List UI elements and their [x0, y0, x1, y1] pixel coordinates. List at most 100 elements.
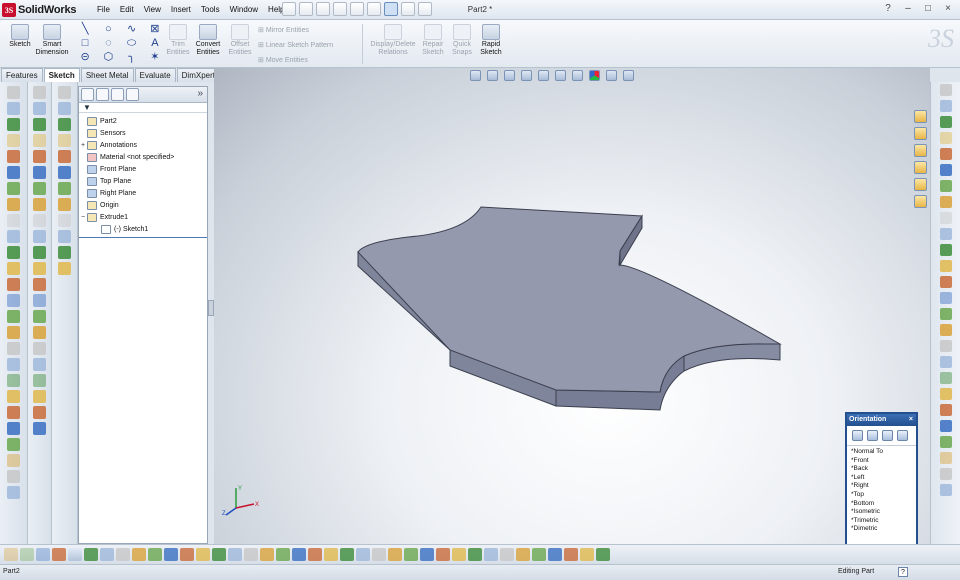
- curve-icon[interactable]: [58, 262, 71, 275]
- trim-icon[interactable]: [939, 276, 952, 288]
- move-entities-button[interactable]: ⊞ Move Entities: [258, 53, 333, 68]
- rib-icon[interactable]: [33, 150, 46, 163]
- circle-icon[interactable]: [939, 388, 952, 400]
- tree-item-annotation[interactable]: + Annotations: [79, 139, 207, 151]
- sketch-tool-icon[interactable]: [276, 548, 290, 561]
- draft-icon[interactable]: [33, 326, 46, 339]
- select-icon[interactable]: [20, 548, 34, 561]
- relation-icon[interactable]: [7, 438, 20, 451]
- point-icon[interactable]: [58, 182, 71, 195]
- arc-icon[interactable]: ◌: [97, 37, 119, 50]
- select-icon[interactable]: [500, 548, 514, 561]
- mirror-icon[interactable]: [939, 324, 952, 336]
- fillet-icon[interactable]: [7, 118, 20, 131]
- smart-dimension-button[interactable]: Smart Dimension: [32, 22, 72, 57]
- sketch-tool-icon[interactable]: [516, 548, 530, 561]
- relation-icon[interactable]: [52, 548, 66, 561]
- rectangle-icon[interactable]: [939, 100, 952, 112]
- orientation-view-item[interactable]: *Right: [851, 482, 916, 491]
- minimize-button[interactable]: –: [900, 2, 916, 16]
- plane-icon[interactable]: [7, 262, 20, 275]
- boss-icon[interactable]: [33, 406, 46, 419]
- sweep-icon[interactable]: [7, 358, 20, 371]
- text-icon[interactable]: [939, 484, 952, 496]
- rapid-sketch-button[interactable]: Rapid Sketch: [476, 22, 506, 57]
- curve-icon[interactable]: [58, 150, 71, 163]
- tree-item-origin[interactable]: Origin: [79, 199, 207, 211]
- rectangle-icon[interactable]: [7, 470, 20, 483]
- pattern-icon[interactable]: [7, 390, 20, 403]
- edge-icon[interactable]: [58, 102, 71, 115]
- tab-sketch[interactable]: Sketch: [43, 68, 80, 82]
- status-help-icon[interactable]: ?: [898, 567, 908, 577]
- ellipse-icon[interactable]: ⬭: [121, 37, 143, 50]
- mirror-icon[interactable]: [7, 406, 20, 419]
- help-icon[interactable]: ?: [880, 2, 896, 16]
- cut-icon[interactable]: [33, 422, 46, 435]
- extrude-icon[interactable]: [7, 326, 20, 339]
- flex-icon[interactable]: [33, 390, 46, 403]
- snap-icon[interactable]: [148, 548, 162, 561]
- filter-icon[interactable]: [564, 548, 578, 561]
- convert-icon[interactable]: [939, 308, 952, 320]
- circle-icon[interactable]: [939, 132, 952, 144]
- vertex-icon[interactable]: [58, 230, 71, 243]
- orientation-view-item[interactable]: *Dimetric: [851, 525, 916, 534]
- mirror-icon[interactable]: [7, 214, 20, 227]
- dome-icon[interactable]: [33, 358, 46, 371]
- edge-icon[interactable]: [58, 214, 71, 227]
- tab-features[interactable]: Features: [1, 68, 43, 82]
- reset-views-icon[interactable]: [897, 430, 908, 441]
- wrap-icon[interactable]: [33, 374, 46, 387]
- filter-icon[interactable]: [244, 548, 258, 561]
- loft-icon[interactable]: [7, 374, 20, 387]
- orientation-view-item[interactable]: *Top: [851, 491, 916, 500]
- sketch-tool-icon[interactable]: [196, 548, 210, 561]
- snap-icon[interactable]: [68, 548, 82, 561]
- filter-icon[interactable]: [324, 548, 338, 561]
- tree-item-plane[interactable]: Front Plane: [79, 163, 207, 175]
- select-icon[interactable]: [340, 548, 354, 561]
- file-explorer-icon[interactable]: [914, 144, 927, 157]
- line-icon[interactable]: [939, 340, 952, 352]
- graphics-area[interactable]: Y X Z: [214, 68, 930, 544]
- rollback-bar[interactable]: [79, 237, 207, 238]
- display-delete-relations-button[interactable]: Display/Delete Relations: [366, 22, 420, 57]
- tree-item-sensor[interactable]: Sensors: [79, 127, 207, 139]
- dimension-icon[interactable]: [7, 230, 20, 243]
- search-icon[interactable]: [914, 161, 927, 174]
- sketch-tool-icon[interactable]: [436, 548, 450, 561]
- shell-icon[interactable]: [33, 134, 46, 147]
- orientation-view-item[interactable]: *Trimetric: [851, 517, 916, 526]
- extrude-icon[interactable]: [7, 134, 20, 147]
- tab-evaluate[interactable]: Evaluate: [134, 68, 176, 82]
- dome-icon[interactable]: [33, 198, 46, 211]
- circle-icon[interactable]: [7, 102, 20, 115]
- select-icon[interactable]: [580, 548, 594, 561]
- select-icon[interactable]: [180, 548, 194, 561]
- slot-icon[interactable]: ⊝: [74, 51, 96, 64]
- extruded-part-model[interactable]: [214, 68, 930, 544]
- filter-icon[interactable]: [404, 548, 418, 561]
- circle-icon[interactable]: ○: [97, 23, 119, 36]
- pattern-icon[interactable]: [7, 198, 20, 211]
- boss-icon[interactable]: [33, 246, 46, 259]
- relation-icon[interactable]: [132, 548, 146, 561]
- linear-sketch-pattern-button[interactable]: ⊞ Linear Sketch Pattern: [258, 38, 333, 53]
- loft-icon[interactable]: [7, 182, 20, 195]
- tab-sheet-metal[interactable]: Sheet Metal: [80, 68, 134, 82]
- extend-icon[interactable]: [939, 292, 952, 304]
- snap-icon[interactable]: [228, 548, 242, 561]
- relation-icon[interactable]: [532, 548, 546, 561]
- quick-snaps-button[interactable]: Quick Snaps: [448, 22, 476, 57]
- rectangle-icon[interactable]: [7, 278, 20, 291]
- sweep-icon[interactable]: [7, 166, 20, 179]
- spline-icon[interactable]: [939, 164, 952, 176]
- maximize-button[interactable]: □: [920, 2, 936, 16]
- wrap-icon[interactable]: [33, 214, 46, 227]
- tree-item-plane[interactable]: Top Plane: [79, 175, 207, 187]
- snap-icon[interactable]: [308, 548, 322, 561]
- filter-icon[interactable]: [4, 548, 18, 561]
- snap-icon[interactable]: [548, 548, 562, 561]
- dimxpert-manager-tab-icon[interactable]: [126, 88, 139, 101]
